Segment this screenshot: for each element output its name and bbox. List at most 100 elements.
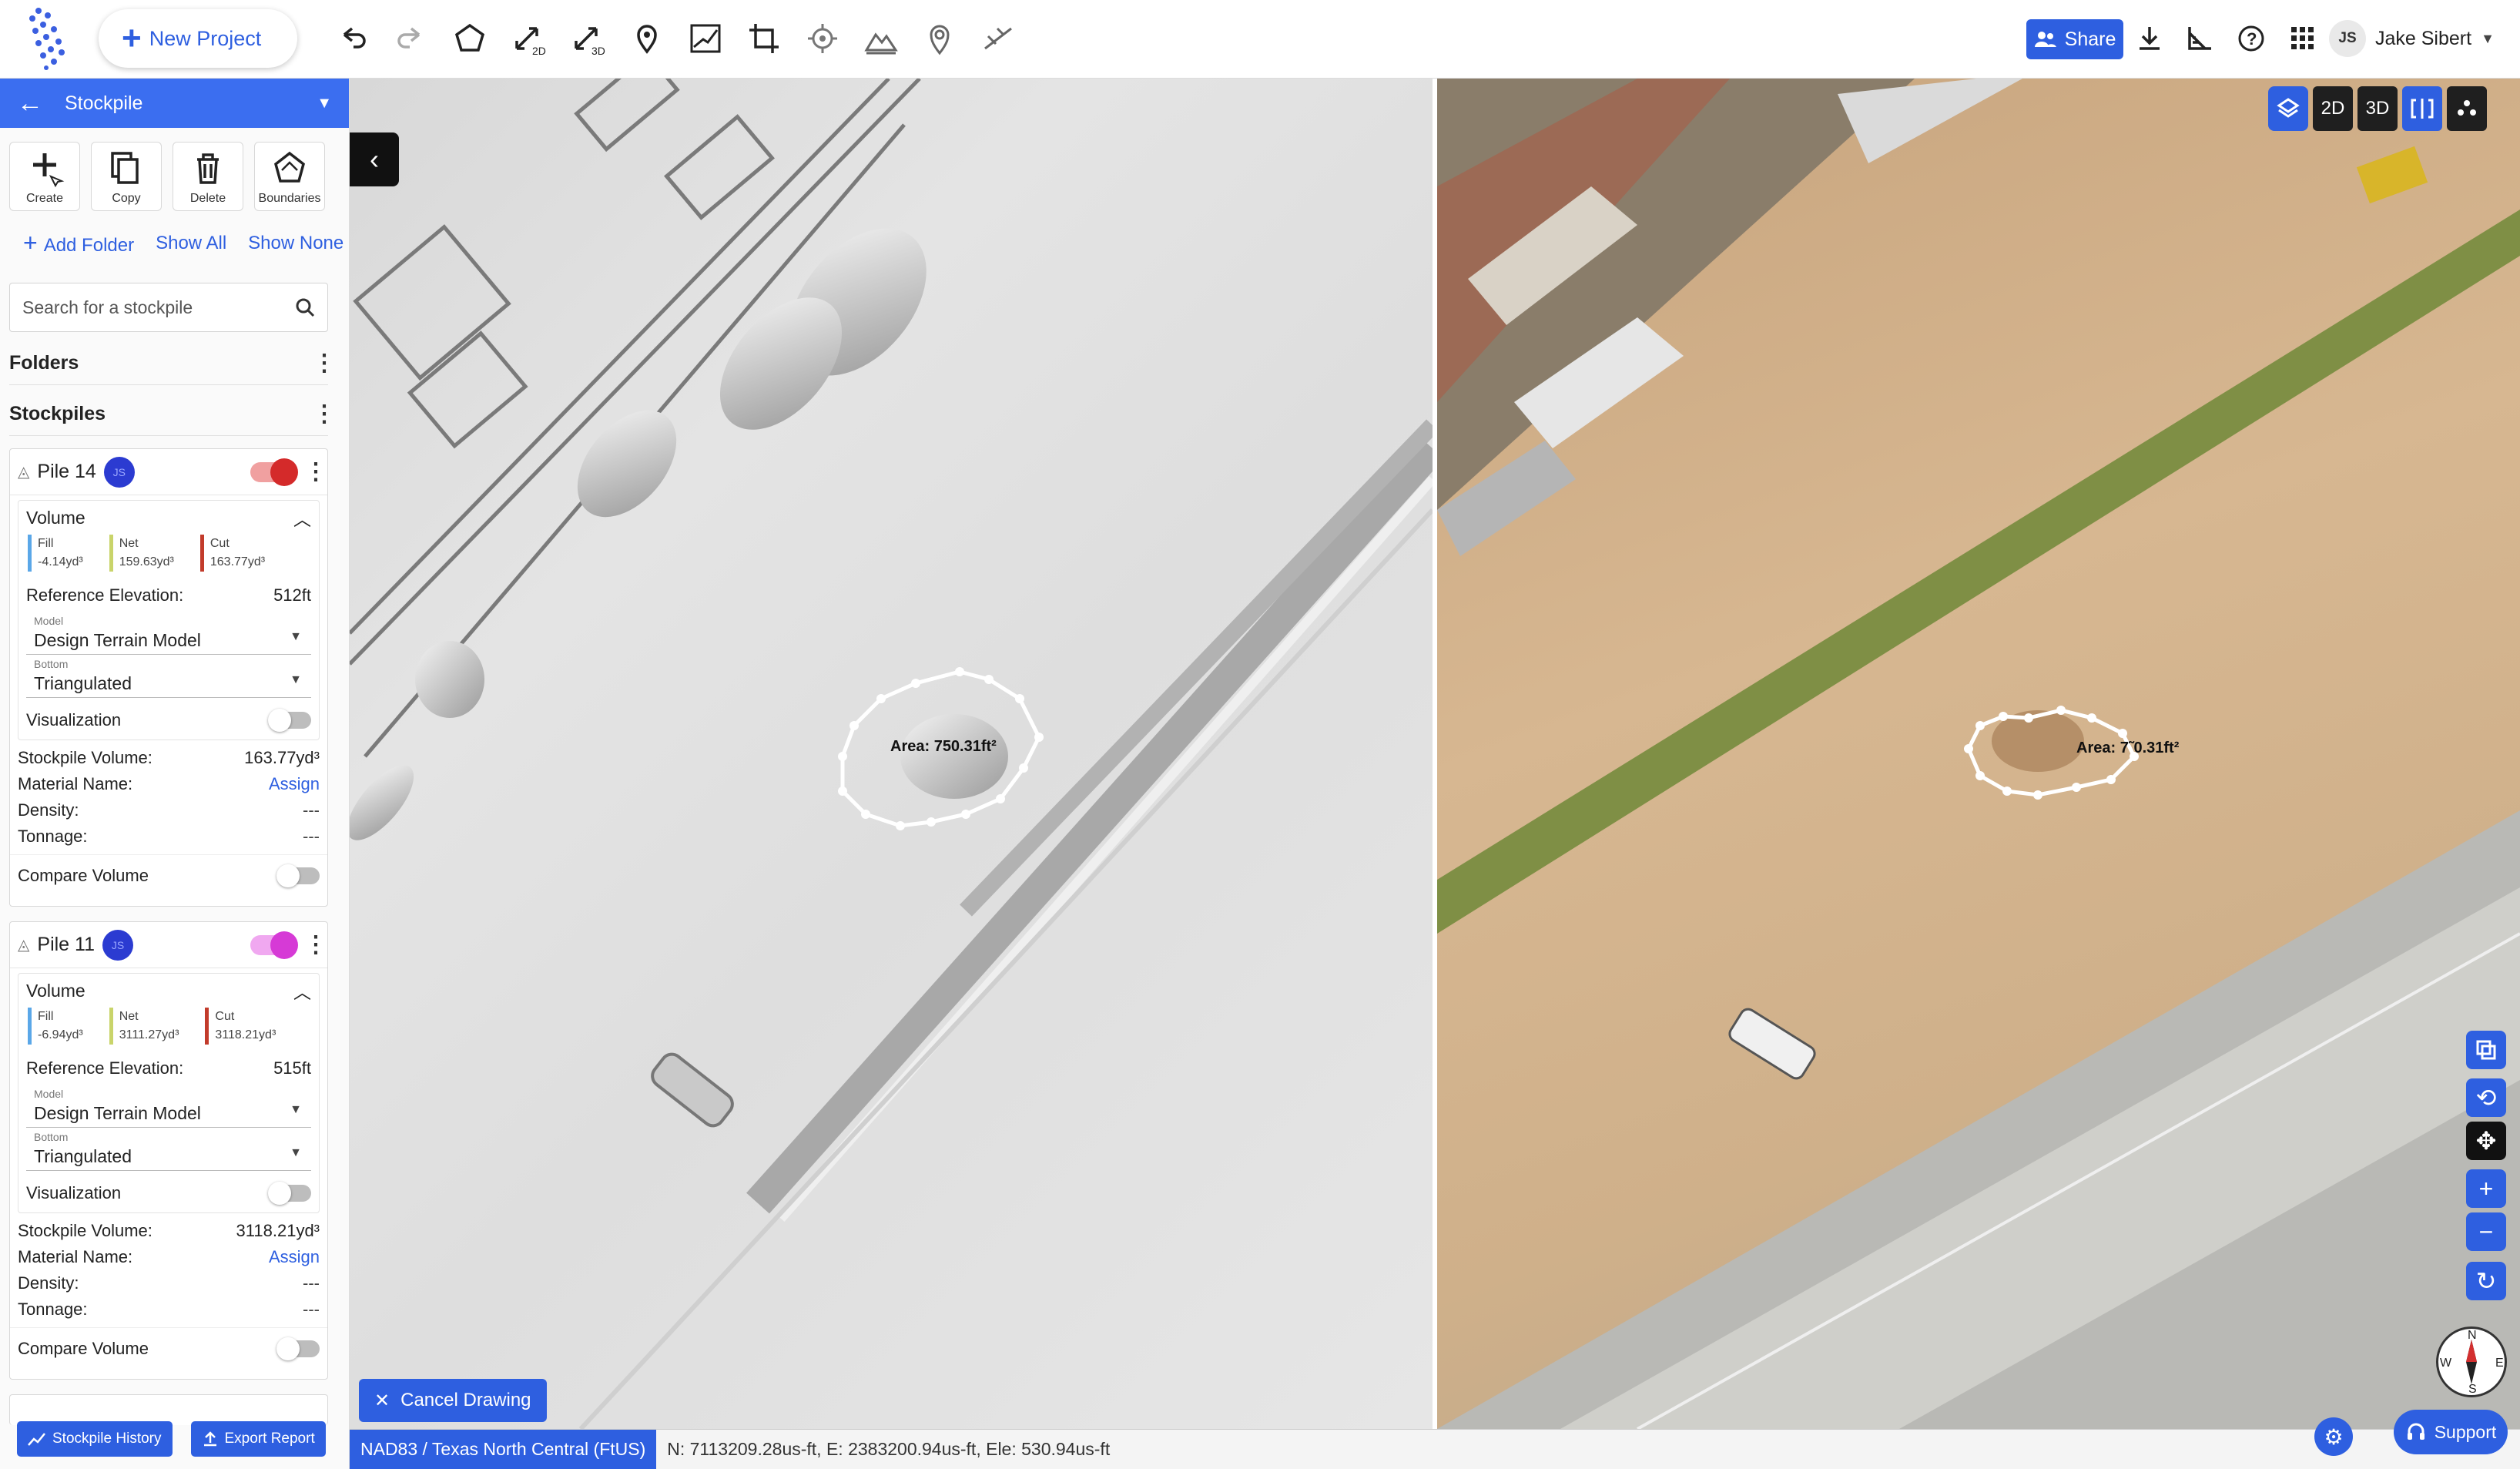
volume-stats: Fill -4.14yd³ Net 159.63yd³ Cut 163.77yd…	[18, 535, 319, 579]
zoom-out-button[interactable]: −	[2466, 1212, 2506, 1251]
bottom-select[interactable]: Bottom Triangulated ▼	[26, 1131, 311, 1171]
view-3d-button[interactable]: 3D	[2357, 86, 2398, 131]
collapse-icon[interactable]: ◬	[18, 462, 29, 481]
distance-3d-icon[interactable]: 3D	[566, 17, 609, 60]
download-icon[interactable]	[2128, 17, 2171, 60]
more-options-icon[interactable]: ⋮	[304, 458, 327, 485]
terrain-icon[interactable]	[860, 17, 903, 60]
search-icon[interactable]	[295, 297, 315, 317]
model-value: Design Terrain Model	[34, 630, 201, 650]
folders-section[interactable]: Folders ⋮	[9, 342, 336, 385]
layers-button[interactable]	[2268, 86, 2308, 131]
crop-icon[interactable]	[742, 17, 786, 60]
stockpile-history-label: Stockpile History	[52, 1430, 162, 1447]
cancel-drawing-button[interactable]: ✕ Cancel Drawing	[359, 1379, 547, 1422]
more-options-icon[interactable]: ⋮	[313, 350, 336, 377]
settings-button[interactable]: ⚙	[2314, 1417, 2353, 1456]
distance-2d-icon[interactable]: 2D	[507, 17, 550, 60]
delete-button[interactable]: Delete	[173, 142, 243, 211]
target-icon[interactable]	[801, 17, 844, 60]
location-pin-icon[interactable]	[625, 17, 669, 60]
collapse-panel-button[interactable]: ‹	[350, 132, 399, 186]
pile-header[interactable]: ◬ Pile 11 JS ⋮	[10, 922, 327, 968]
fill-value: -6.94yd³	[38, 1028, 83, 1041]
measure-angle-icon[interactable]	[2178, 17, 2221, 60]
ref-elev-value[interactable]: 515ft	[273, 1058, 311, 1078]
volume-header[interactable]: Volume ︿	[18, 974, 319, 1008]
model-select[interactable]: Model Design Terrain Model ▼	[26, 1088, 311, 1128]
headset-icon	[2407, 1423, 2424, 1440]
zoom-in-button[interactable]: +	[2466, 1169, 2506, 1208]
volume-card: Volume ︿ Fill -6.94yd³ Net 3111.27yd³ Cu…	[18, 973, 320, 1213]
net-value: 159.63yd³	[119, 555, 174, 568]
volume-header[interactable]: Volume ︿	[18, 501, 319, 535]
bottom-select[interactable]: Bottom Triangulated ▼	[26, 658, 311, 698]
model-select[interactable]: Model Design Terrain Model ▼	[26, 615, 311, 655]
navigation-tools: ⟲ ✥	[2466, 1078, 2506, 1160]
orbit-icon: ⟲	[2475, 1084, 2497, 1112]
undo-icon[interactable]	[331, 17, 374, 60]
visibility-toggle[interactable]	[250, 931, 298, 959]
cut-value: 3118.21yd³	[215, 1028, 276, 1041]
collapse-icon[interactable]: ◬	[18, 935, 29, 954]
fill-label: Fill	[38, 1010, 54, 1023]
hillshade-map[interactable]: Area: 750.31ft²	[350, 79, 1433, 1429]
coordinate-system[interactable]: NAD83 / Texas North Central (FtUS)	[350, 1429, 657, 1469]
support-button[interactable]: Support	[2394, 1410, 2508, 1454]
stockpiles-section[interactable]: Stockpiles ⋮	[9, 393, 336, 436]
screenshot-button[interactable]	[2466, 1031, 2506, 1069]
polygon-icon[interactable]	[448, 17, 491, 60]
visualization-toggle[interactable]	[268, 1182, 311, 1205]
back-arrow-icon[interactable]: ←	[17, 89, 43, 119]
show-none-link[interactable]: Show None	[248, 233, 343, 254]
share-button[interactable]: Share	[2026, 19, 2123, 59]
pile-header[interactable]: ◬ Pile 14 JS ⋮	[10, 449, 327, 495]
pile-card[interactable]	[9, 1394, 328, 1425]
slope-icon[interactable]	[977, 17, 1020, 60]
stockpiles-label: Stockpiles	[9, 403, 106, 424]
help-icon[interactable]: ?	[2230, 17, 2273, 60]
user-menu[interactable]: JS Jake Sibert ▼	[2329, 9, 2511, 68]
orbit-button[interactable]: ⟲	[2466, 1078, 2506, 1117]
stockpile-history-button[interactable]: Stockpile History	[17, 1421, 173, 1457]
pan-button[interactable]: ✥	[2466, 1122, 2506, 1160]
orthophoto-map[interactable]: Area: 7˜0.31ft²	[1437, 79, 2520, 1429]
show-all-link[interactable]: Show All	[156, 233, 226, 254]
volume-pin-icon[interactable]	[918, 17, 961, 60]
more-options-icon[interactable]: ⋮	[304, 931, 327, 958]
reset-rotation-button[interactable]: ↻	[2466, 1262, 2506, 1300]
elevation-profile-icon[interactable]	[684, 17, 727, 60]
visibility-toggle[interactable]	[250, 458, 298, 486]
compare-volume-toggle[interactable]	[276, 864, 320, 887]
app-logo[interactable]	[23, 6, 77, 71]
chevron-up-icon[interactable]: ︿	[293, 978, 311, 1004]
more-options-icon[interactable]: ⋮	[313, 401, 336, 428]
copy-button[interactable]: Copy	[91, 142, 162, 211]
zoom-controls: + −	[2466, 1169, 2506, 1251]
create-button[interactable]: Create	[9, 142, 80, 211]
view-2d-button[interactable]: 2D	[2313, 86, 2353, 131]
assign-material-link[interactable]: Assign	[269, 774, 320, 794]
chevron-down-icon[interactable]: ▼	[317, 95, 332, 112]
density-row: Density: ---	[10, 1270, 327, 1296]
point-cloud-button[interactable]	[2447, 86, 2487, 131]
redo-icon[interactable]	[389, 17, 432, 60]
stockpile-panel: ← Stockpile ▼ Create Copy Delete Boundar…	[0, 79, 350, 1469]
add-folder-button[interactable]: + Add Folder	[23, 229, 134, 257]
compare-volume-toggle[interactable]	[276, 1337, 320, 1360]
user-name: Jake Sibert	[2375, 27, 2472, 49]
assign-material-link[interactable]: Assign	[269, 1247, 320, 1267]
reference-elevation: Reference Elevation: 512ft	[18, 579, 319, 612]
copy-view-icon	[2476, 1040, 2496, 1060]
ref-elev-value[interactable]: 512ft	[273, 585, 311, 605]
new-project-button[interactable]: + New Project	[99, 9, 297, 68]
compass[interactable]: N S E W	[2436, 1326, 2507, 1397]
chevron-up-icon[interactable]: ︿	[293, 505, 311, 531]
search-input[interactable]	[22, 297, 295, 318]
boundaries-button[interactable]: Boundaries	[254, 142, 325, 211]
apps-grid-icon[interactable]	[2281, 17, 2324, 60]
compare-volume-row: Compare Volume	[10, 854, 327, 896]
visualization-toggle[interactable]	[268, 709, 311, 732]
split-view-button[interactable]	[2402, 86, 2442, 131]
export-report-button[interactable]: Export Report	[190, 1421, 326, 1457]
